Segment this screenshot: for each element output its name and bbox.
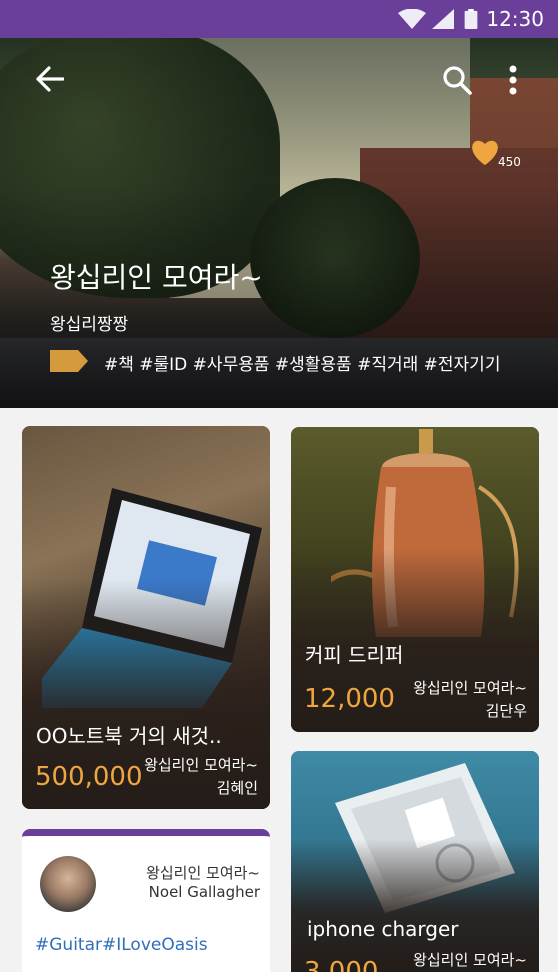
avatar[interactable] — [40, 856, 96, 912]
item-card[interactable]: 커피 드리퍼 12,000 왕십리인 모여라~ 김단우 — [291, 427, 539, 732]
battery-icon — [464, 9, 478, 29]
community-tags[interactable]: #책 #룰ID #사무용품 #생활용품 #직거래 #전자기기 — [104, 350, 500, 375]
post-author: Noel Gallagher — [148, 883, 260, 901]
more-vert-icon[interactable] — [505, 64, 521, 96]
signal-icon — [432, 9, 454, 29]
item-shop: 왕십리인 모여라~ — [144, 756, 258, 774]
heart-icon[interactable] — [470, 138, 500, 166]
item-card[interactable]: OO노트북 거의 새것.. 500,000 왕십리인 모여라~ 김혜인 — [22, 426, 270, 809]
post-shop: 왕십리인 모여라~ — [146, 864, 260, 882]
status-bar: 12:30 — [0, 0, 558, 38]
item-price: 3,000 — [304, 957, 379, 972]
back-icon[interactable] — [36, 66, 64, 92]
item-shop: 왕십리인 모여라~ — [413, 679, 527, 697]
item-price: 500,000 — [35, 762, 143, 792]
item-seller: 김단우 — [485, 702, 527, 720]
status-time: 12:30 — [486, 7, 544, 31]
item-price: 12,000 — [304, 684, 395, 714]
item-card[interactable]: iphone charger 3,000 왕십리인 모여라~ — [291, 751, 539, 972]
item-name: iphone charger — [307, 917, 459, 941]
post-card[interactable]: 왕십리인 모여라~ Noel Gallagher #Guitar#ILoveOa… — [22, 829, 270, 972]
search-icon[interactable] — [442, 65, 472, 95]
item-name: OO노트북 거의 새것.. — [36, 724, 222, 748]
item-seller: 김혜인 — [216, 779, 258, 797]
like-count: 450 — [498, 155, 521, 169]
post-tags[interactable]: #Guitar#ILoveOasis — [35, 935, 208, 955]
community-title: 왕십리인 모여라~ — [50, 261, 263, 294]
wifi-icon — [398, 9, 426, 29]
tag-icon — [50, 350, 88, 372]
item-shop: 왕십리인 모여라~ — [413, 951, 527, 969]
community-header: 450 왕십리인 모여라~ 왕십리짱짱 #책 #룰ID #사무용품 #생활용품 … — [0, 38, 558, 408]
community-owner: 왕십리짱짱 — [50, 315, 129, 335]
item-name: 커피 드리퍼 — [305, 643, 404, 667]
